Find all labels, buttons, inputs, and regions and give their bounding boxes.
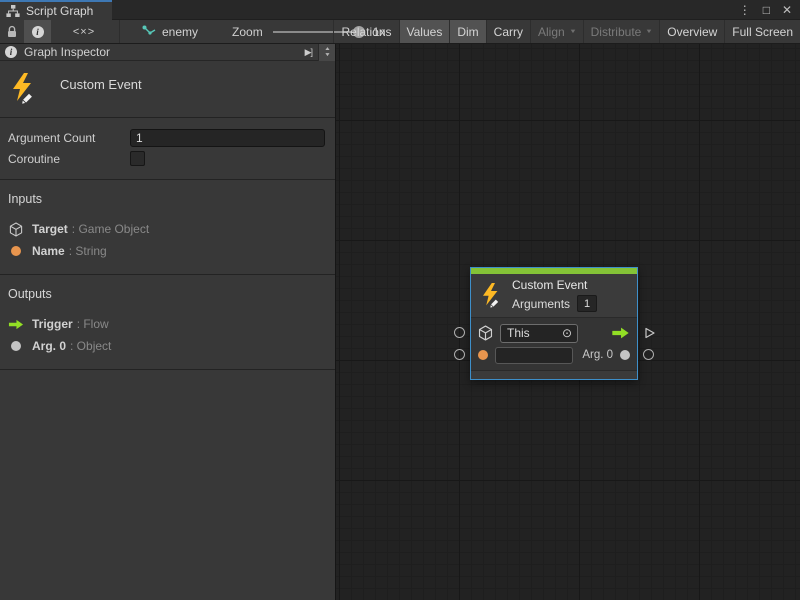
node-arguments-value[interactable]: 1 — [577, 295, 597, 312]
argument-count-row: Argument Count — [8, 127, 325, 148]
node-body: This ⊙ Arg. 0 — [471, 317, 637, 371]
custom-event-icon — [8, 72, 38, 104]
object-picker-icon[interactable]: ⊙ — [562, 327, 572, 339]
graph-icon — [142, 25, 156, 38]
lock-button[interactable] — [0, 20, 24, 43]
info-icon: i — [5, 46, 17, 58]
coroutine-row: Coroutine — [8, 148, 325, 169]
align-button[interactable]: Align ▼ — [530, 20, 583, 43]
cube-icon — [478, 325, 493, 341]
window-close-icon[interactable]: ✕ — [782, 4, 792, 16]
coroutine-checkbox[interactable] — [130, 151, 145, 166]
node-footer — [471, 371, 637, 379]
node-arg0-label: Arg. 0 — [582, 349, 613, 361]
node-input-port-target[interactable] — [454, 327, 465, 338]
toolbar-left-cluster: i <×> enemy Zoom 1x — [0, 20, 385, 43]
tab-label: Script Graph — [26, 4, 93, 18]
node-output-port-trigger[interactable] — [643, 326, 656, 345]
object-dot-icon — [620, 350, 630, 360]
graph-inspector-title: Graph Inspector — [24, 45, 110, 59]
dim-button[interactable]: Dim — [449, 20, 485, 43]
toolbar-separator — [119, 20, 120, 43]
distribute-button[interactable]: Distribute ▼ — [583, 20, 660, 43]
carry-button[interactable]: Carry — [486, 20, 530, 43]
output-row-arg0: Arg. 0 : Object — [8, 335, 325, 357]
dock-panel-icon[interactable]: ▶] — [305, 47, 312, 58]
output-row-trigger: Trigger : Flow — [8, 313, 325, 335]
window-maximize-icon[interactable]: □ — [763, 4, 770, 16]
graph-inspector-header: i Graph Inspector ▶] ▲ ▼ — [0, 44, 335, 61]
graph-breadcrumb[interactable]: enemy — [142, 25, 198, 39]
code-preview-button[interactable]: <×> — [63, 20, 105, 43]
graph-name: enemy — [162, 25, 198, 39]
object-dot-icon — [8, 341, 24, 351]
relations-button[interactable]: Relations — [333, 20, 398, 43]
node-title: Custom Event — [512, 278, 597, 292]
outputs-section: Outputs Trigger : Flow Arg. 0 : Object — [0, 275, 335, 370]
argument-count-input[interactable] — [130, 129, 325, 147]
node-output-port-arg0[interactable] — [643, 349, 654, 360]
flow-arrow-icon — [611, 327, 630, 339]
input-row-name: Name : String — [8, 240, 325, 262]
chevron-down-icon: ▼ — [645, 29, 653, 35]
custom-event-icon — [479, 282, 503, 308]
inputs-section: Inputs Target : Game Object Name : Strin… — [0, 180, 335, 275]
window-menu-icon[interactable]: ⋮ — [739, 4, 751, 16]
values-button[interactable]: Values — [399, 20, 450, 43]
unit-settings: Argument Count Coroutine — [0, 118, 335, 180]
window-controls: ⋮ □ ✕ — [739, 0, 792, 20]
node-target-value: This — [507, 326, 530, 340]
unit-title: Custom Event — [60, 77, 142, 92]
panel-scroll-spinner[interactable]: ▲ ▼ — [318, 44, 335, 61]
overview-button[interactable]: Overview — [659, 20, 724, 43]
inputs-title: Inputs — [8, 192, 325, 206]
graph-canvas[interactable]: Custom Event Arguments 1 This ⊙ — [336, 44, 800, 600]
graph-inspector-panel: i Graph Inspector ▶] ▲ ▼ Custom Event Ar… — [0, 44, 336, 600]
coroutine-label: Coroutine — [8, 152, 130, 166]
string-dot-icon — [478, 350, 488, 360]
code-icon: <×> — [73, 26, 95, 38]
node-arguments-label: Arguments — [512, 297, 570, 311]
info-icon: i — [32, 26, 44, 38]
custom-event-node[interactable]: Custom Event Arguments 1 This ⊙ — [470, 267, 638, 380]
inspector-toggle-button[interactable]: i — [24, 20, 51, 43]
input-row-target: Target : Game Object — [8, 218, 325, 240]
cube-icon — [8, 222, 24, 237]
spinner-down-icon[interactable]: ▼ — [324, 53, 331, 58]
tab-script-graph[interactable]: Script Graph — [0, 0, 112, 20]
node-name-input[interactable] — [495, 347, 573, 364]
flow-arrow-icon — [8, 319, 24, 330]
argument-count-label: Argument Count — [8, 131, 130, 145]
lock-icon — [6, 25, 18, 38]
script-graph-icon — [6, 5, 20, 18]
toolbar-right-cluster: Relations Values Dim Carry Align ▼ Distr… — [333, 20, 800, 43]
node-target-dropdown[interactable]: This ⊙ — [500, 324, 578, 343]
node-header[interactable]: Custom Event Arguments 1 — [471, 274, 637, 317]
chevron-down-icon: ▼ — [569, 29, 577, 35]
outputs-title: Outputs — [8, 287, 325, 301]
window-tab-bar: Script Graph ⋮ □ ✕ — [0, 0, 800, 20]
graph-toolbar: i <×> enemy Zoom 1x Relations Val — [0, 20, 800, 44]
zoom-label: Zoom — [232, 25, 263, 39]
node-row-arg0: Arg. 0 — [478, 344, 630, 366]
node-row-target: This ⊙ — [478, 322, 630, 344]
unit-summary: Custom Event — [0, 61, 335, 118]
node-input-port-name[interactable] — [454, 349, 465, 360]
string-dot-icon — [8, 246, 24, 256]
full-screen-button[interactable]: Full Screen — [724, 20, 800, 43]
